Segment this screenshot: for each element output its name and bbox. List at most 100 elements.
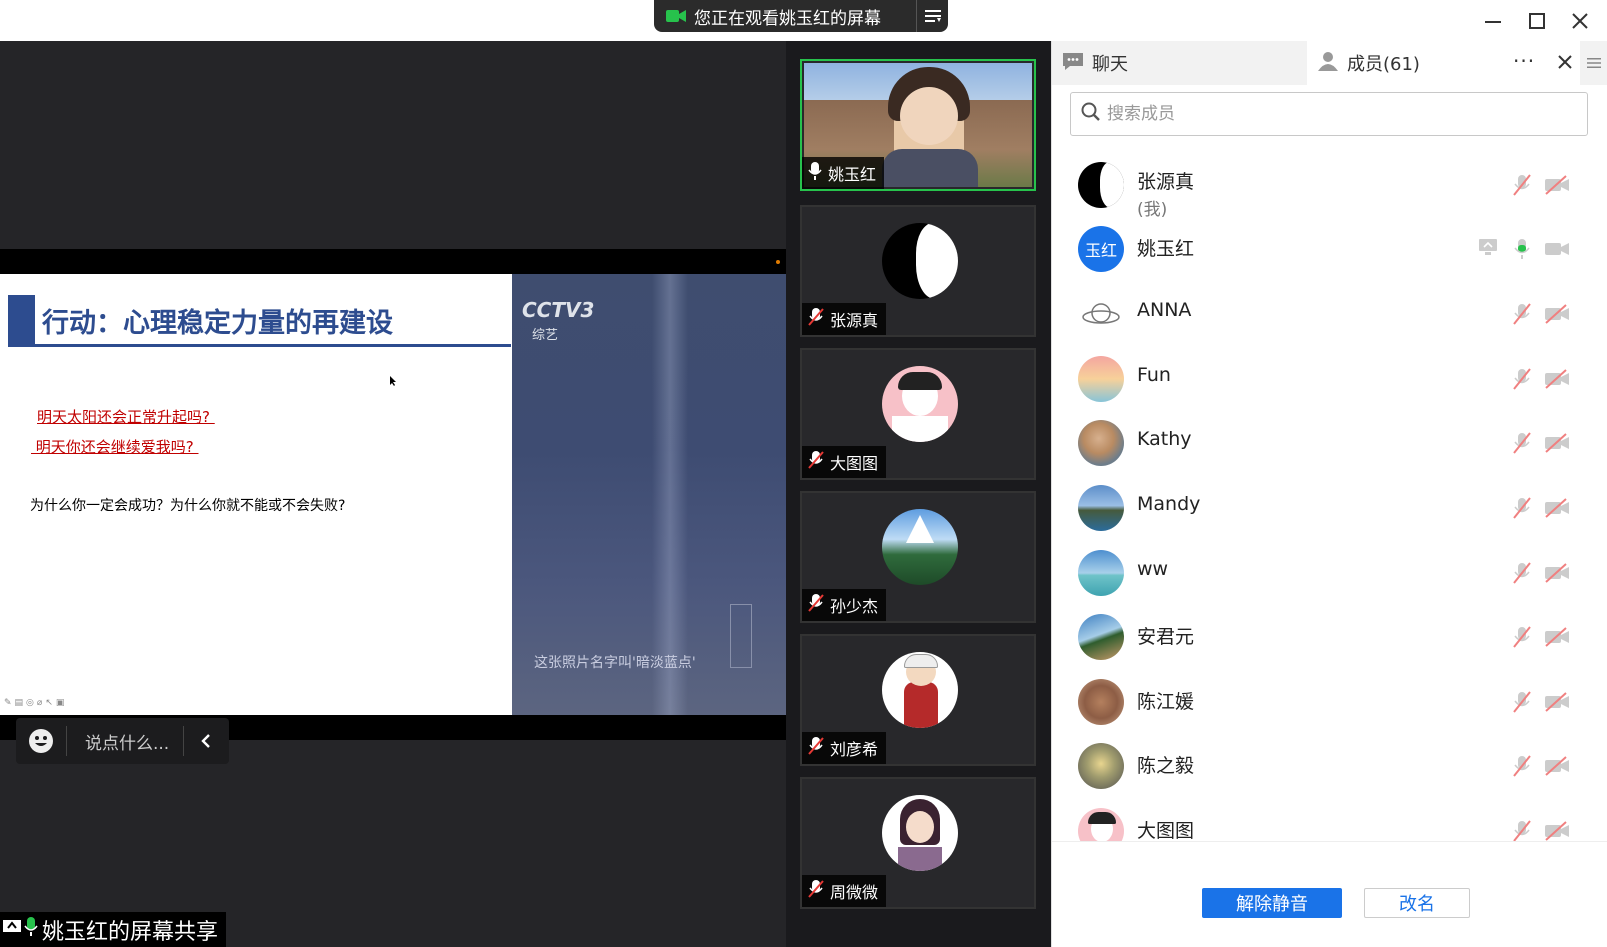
avatar [1078, 291, 1124, 337]
camera-off-icon[interactable] [1544, 756, 1570, 780]
member-name: Fun [1137, 364, 1171, 386]
members-panel: 聊天 成员(61) ··· 张源真 (我) 玉红 [1051, 41, 1607, 947]
camera-off-icon[interactable] [1544, 563, 1570, 587]
video-tile[interactable]: 大图图 [800, 348, 1036, 480]
tile-name: 周微微 [830, 883, 879, 902]
emoji-icon[interactable] [16, 728, 66, 754]
video-tile-host[interactable]: 姚玉红 [800, 59, 1036, 191]
screen-share-icon [1478, 238, 1498, 260]
banner-menu-icon[interactable] [916, 0, 948, 32]
video-tile[interactable]: 刘彦希 [800, 634, 1036, 766]
camera-off-icon[interactable] [1544, 627, 1570, 651]
slide-header: 行动：心理稳定力量的再建设 [8, 295, 511, 347]
slide-header-block [8, 295, 35, 345]
mic-icon [808, 161, 822, 185]
avatar [1078, 679, 1124, 725]
video-tile[interactable]: 孙少杰 [800, 491, 1036, 623]
letterbox-top [0, 249, 786, 274]
list-item[interactable]: 玉红 姚玉红 [1052, 219, 1607, 279]
list-item[interactable]: Fun [1052, 349, 1607, 409]
member-name: 大图图 [1137, 820, 1195, 842]
person-icon [1317, 51, 1339, 76]
more-icon[interactable]: ··· [1513, 49, 1535, 73]
camera-off-icon[interactable] [1544, 433, 1570, 457]
mic-active-icon[interactable] [1512, 237, 1532, 265]
tab-chat-label: 聊天 [1092, 54, 1128, 75]
avatar [882, 509, 958, 585]
avatar [882, 223, 958, 299]
list-item[interactable]: Mandy [1052, 478, 1607, 538]
rename-button[interactable]: 改名 [1364, 888, 1470, 918]
avatar [882, 795, 958, 871]
list-item[interactable]: ww [1052, 543, 1607, 603]
tile-name-label: 姚玉红 [802, 157, 885, 189]
panel-menu-icon[interactable] [1580, 41, 1607, 85]
slide-title: 行动：心理稳定力量的再建设 [42, 308, 393, 339]
mic-muted-icon[interactable] [1512, 173, 1532, 201]
mic-muted-icon[interactable] [1512, 754, 1532, 782]
avatar [882, 652, 958, 728]
camera-off-icon[interactable] [1544, 369, 1570, 393]
mic-muted-icon[interactable] [1512, 690, 1532, 718]
close-panel-icon[interactable] [1557, 54, 1573, 75]
avatar [1078, 550, 1124, 596]
host-face [900, 87, 958, 145]
members-list: 张源真 (我) 玉红 姚玉红 ANNA Fun Kathy Mandy ww 安… [1052, 155, 1607, 861]
slide-question-2: 明天你还会继续爱我吗? [31, 438, 199, 456]
search-input[interactable] [1107, 104, 1567, 124]
slide-body-text: 为什么你一定会成功？为什么你就不能或不会失败? [30, 498, 346, 514]
list-item[interactable]: Kathy [1052, 413, 1607, 473]
embedded-video: CCTV3 综艺 这张照片名字叫'暗淡蓝点' [512, 274, 786, 715]
list-item[interactable]: 安君元 [1052, 607, 1607, 667]
video-watermark [730, 604, 752, 668]
avatar [1078, 420, 1124, 466]
tile-name-label: 周微微 [802, 875, 887, 907]
video-tile[interactable]: 周微微 [800, 777, 1036, 909]
unmute-all-button[interactable]: 解除静音 [1202, 888, 1342, 918]
member-name: ANNA [1137, 299, 1192, 321]
tab-members[interactable]: 成员(61) ··· [1307, 41, 1580, 85]
camera-off-icon[interactable] [1544, 692, 1570, 716]
video-tile[interactable]: 张源真 [800, 205, 1036, 337]
chat-icon [1062, 51, 1084, 76]
maximize-button[interactable] [1524, 8, 1550, 34]
minimize-button[interactable] [1480, 8, 1506, 34]
camera-off-icon[interactable] [1544, 175, 1570, 199]
share-screen-icon [2, 917, 22, 942]
list-item[interactable]: ANNA [1052, 284, 1607, 344]
mic-muted-icon[interactable] [1512, 496, 1532, 524]
member-name: 张源真 [1137, 171, 1195, 193]
mic-muted-icon[interactable] [1512, 625, 1532, 653]
camera-icon[interactable] [1544, 239, 1570, 263]
mic-muted-icon[interactable] [1512, 431, 1532, 459]
member-search-box[interactable] [1070, 92, 1588, 136]
camera-off-icon[interactable] [1544, 304, 1570, 328]
list-item[interactable]: 张源真 (我) [1052, 155, 1607, 220]
tile-name: 刘彦希 [830, 740, 879, 759]
member-name: ww [1137, 558, 1169, 580]
tile-name-label: 张源真 [802, 303, 887, 335]
mic-muted-icon[interactable] [1512, 302, 1532, 330]
chat-input-bar[interactable]: 说点什么... [16, 718, 229, 764]
panel-tabs: 聊天 成员(61) ··· [1052, 41, 1607, 85]
tab-chat[interactable]: 聊天 [1052, 41, 1307, 85]
mic-muted-icon [808, 593, 824, 617]
tile-name-label: 刘彦希 [802, 732, 887, 764]
list-item[interactable]: 陈之毅 [1052, 736, 1607, 796]
mic-muted-icon[interactable] [1512, 561, 1532, 589]
camera-off-icon[interactable] [1544, 498, 1570, 522]
light-beam [652, 274, 688, 715]
chevron-left-icon[interactable] [184, 733, 228, 749]
chat-input-placeholder[interactable]: 说点什么... [67, 729, 183, 754]
avatar: 玉红 [1078, 226, 1124, 272]
avatar [1078, 614, 1124, 660]
mic-muted-icon [808, 450, 824, 474]
mouse-cursor-icon [390, 376, 396, 386]
avatar [1078, 485, 1124, 531]
close-window-button[interactable] [1567, 8, 1593, 34]
slide-toolbar[interactable]: ✎▤◎⌀↖▣ [4, 698, 67, 708]
mic-muted-icon[interactable] [1512, 367, 1532, 395]
tile-name-label: 大图图 [802, 446, 887, 478]
member-name: Mandy [1137, 493, 1201, 515]
list-item[interactable]: 陈江媛 [1052, 672, 1607, 732]
